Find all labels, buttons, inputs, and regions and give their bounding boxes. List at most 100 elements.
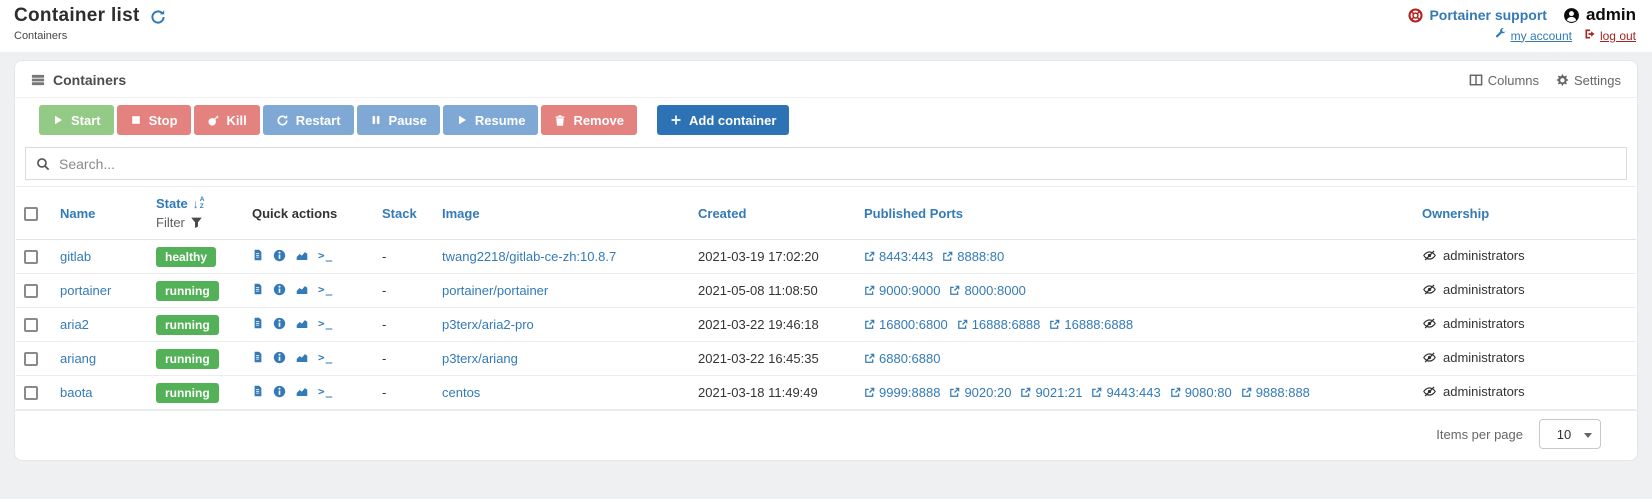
external-link-icon [864,319,875,330]
container-name-link[interactable]: baota [60,385,93,400]
container-name-link[interactable]: ariang [60,351,96,366]
inspect-icon[interactable] [273,351,286,364]
published-port-link[interactable]: 9443:443 [1091,385,1161,400]
published-port-link[interactable]: 16888:6888 [957,317,1040,332]
logs-icon[interactable] [252,384,264,398]
console-icon[interactable]: >_ [318,283,333,296]
image-link[interactable]: twang2218/gitlab-ce-zh:10.8.7 [442,249,616,264]
eye-slash-icon [1422,385,1437,398]
inspect-icon[interactable] [273,385,286,398]
stats-icon[interactable] [295,249,309,262]
row-checkbox[interactable] [24,386,38,401]
column-header-created[interactable]: Created [690,187,856,240]
created-cell: 2021-05-08 11:08:50 [698,283,818,298]
username: admin [1585,5,1636,24]
stack-cell: - [382,317,387,332]
console-icon[interactable]: >_ [318,351,333,364]
published-port-link[interactable]: 8888:80 [942,249,1004,264]
items-per-page-select[interactable]: 10 [1539,419,1601,449]
add-container-button[interactable]: Add container [657,105,790,135]
restart-button[interactable]: Restart [262,105,354,135]
column-header-name[interactable]: Name [52,187,148,240]
stats-icon[interactable] [295,317,309,330]
select-all-checkbox[interactable] [24,206,38,221]
search-icon [36,157,50,171]
external-link-icon [942,251,953,262]
log-out-link[interactable]: log out [1584,28,1636,43]
container-name-link[interactable]: aria2 [60,317,89,332]
state-badge: running [156,314,219,335]
stack-cell: - [382,283,387,298]
containers-icon [31,73,45,87]
settings-label: Settings [1574,72,1621,88]
sort-alpha-down-icon[interactable]: ↓ A Z [193,196,205,210]
published-port-link[interactable]: 16800:6800 [864,317,948,332]
log-out-label: log out [1599,28,1636,43]
row-checkbox[interactable] [24,250,38,265]
settings-button[interactable]: Settings [1555,73,1621,88]
external-link-icon [1170,387,1181,398]
columns-button[interactable]: Columns [1469,73,1539,88]
console-icon[interactable]: >_ [318,249,333,262]
image-link[interactable]: p3terx/aria2-pro [442,317,534,332]
column-header-published-ports[interactable]: Published Ports [856,187,1414,240]
inspect-icon[interactable] [273,283,286,296]
console-icon[interactable]: >_ [318,317,333,330]
logs-icon[interactable] [252,282,264,296]
user-menu[interactable]: admin [1563,5,1636,25]
column-header-state: State ↓ A Z Filter [148,187,244,240]
published-port-link[interactable]: 8000:8000 [949,283,1026,298]
refresh-icon[interactable] [150,9,166,25]
published-port-link[interactable]: 9020:20 [949,385,1011,400]
support-label: Portainer support [1429,7,1547,23]
start-button[interactable]: Start [39,105,114,135]
published-port-link[interactable]: 8443:443 [864,249,933,264]
kill-button[interactable]: Kill [193,105,260,135]
wrench-icon [1495,27,1507,43]
published-port-link[interactable]: 9000:9000 [864,283,940,298]
published-port-link[interactable]: 9080:80 [1170,385,1232,400]
search-input[interactable] [59,155,1616,172]
inspect-icon[interactable] [273,317,286,330]
remove-button[interactable]: Remove [541,105,638,135]
resume-button[interactable]: Resume [442,105,539,135]
pause-button[interactable]: Pause [356,105,440,135]
items-per-page-label: Items per page [1436,426,1523,442]
console-icon[interactable]: >_ [318,385,333,398]
external-link-icon [864,285,875,296]
stop-button[interactable]: Stop [116,105,191,135]
row-checkbox[interactable] [24,318,38,333]
column-header-image[interactable]: Image [434,187,690,240]
container-name-link[interactable]: portainer [60,283,111,298]
published-ports-cell: 9000:9000 8000:8000 [856,274,1414,308]
column-header-stack[interactable]: Stack [374,187,434,240]
stats-icon[interactable] [295,283,309,296]
stats-icon[interactable] [295,351,309,364]
published-port-link[interactable]: 9021:21 [1020,385,1082,400]
image-link[interactable]: portainer/portainer [442,283,548,298]
table-row: ariang running >_ - p3terx/ariang 2021-03-22 … [16,342,1636,376]
my-account-link[interactable]: my account [1495,27,1572,43]
image-link[interactable]: centos [442,385,480,400]
column-header-ownership[interactable]: Ownership [1414,187,1636,240]
restart-icon [276,114,289,127]
row-checkbox[interactable] [24,284,38,299]
eye-slash-icon [1422,317,1437,330]
ownership-cell: administrators [1422,282,1525,297]
logs-icon[interactable] [252,350,264,364]
published-port-link[interactable]: 6880:6880 [864,351,940,366]
row-checkbox[interactable] [24,352,38,367]
inspect-icon[interactable] [273,249,286,262]
logs-icon[interactable] [252,248,264,262]
published-port-link[interactable]: 9999:8888 [864,385,940,400]
portainer-support-link[interactable]: Portainer support [1408,7,1547,23]
state-badge: running [156,348,219,369]
published-port-link[interactable]: 9888:888 [1241,385,1310,400]
state-filter[interactable]: Filter [156,215,236,230]
container-name-link[interactable]: gitlab [60,249,91,264]
stats-icon[interactable] [295,385,309,398]
published-port-link[interactable]: 16888:6888 [1049,317,1133,332]
logs-icon[interactable] [252,316,264,330]
image-link[interactable]: p3terx/ariang [442,351,518,366]
state-header-label[interactable]: State [156,196,188,211]
